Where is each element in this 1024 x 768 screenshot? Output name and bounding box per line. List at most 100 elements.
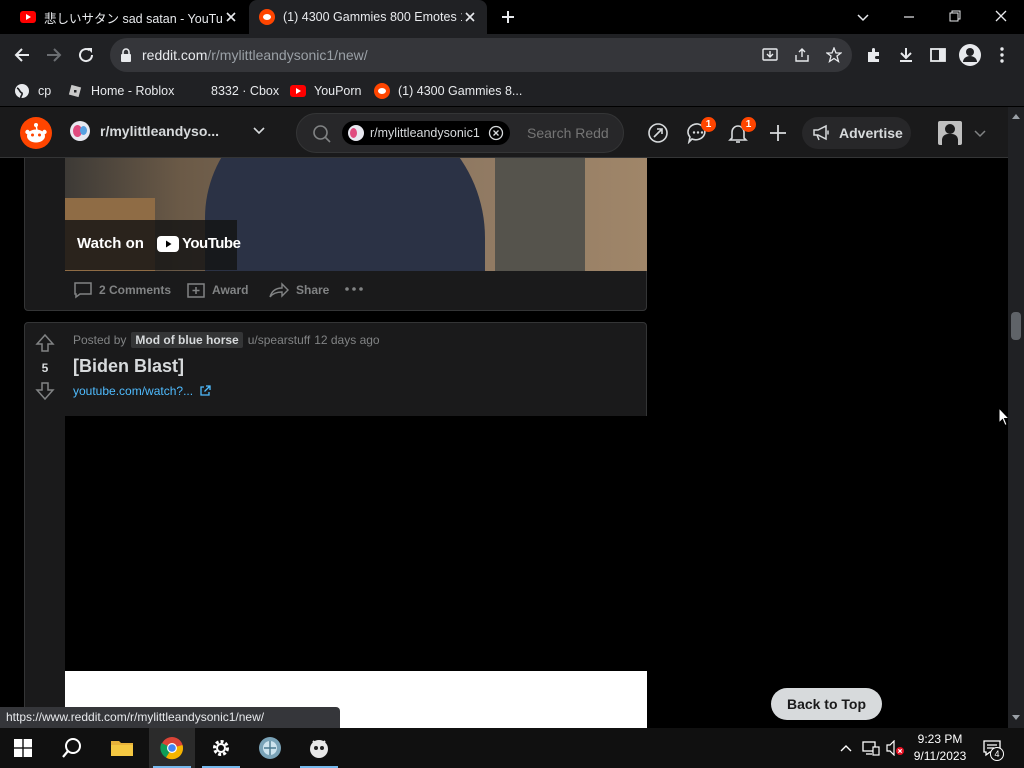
notification-badge: 1 [741, 117, 756, 132]
advertise-button[interactable]: Advertise [802, 117, 911, 149]
bookmark-cp[interactable]: cp [14, 82, 51, 100]
side-panel-icon[interactable] [929, 46, 947, 64]
back-icon[interactable] [13, 46, 31, 64]
windows-taskbar: 9:23 PM 9/11/2023 4 [0, 728, 1024, 768]
page-scrollbar[interactable] [1008, 107, 1024, 728]
bookmark-roblox[interactable]: Home - Roblox [67, 82, 174, 100]
reload-icon[interactable] [77, 46, 95, 64]
tab-reddit[interactable]: (1) 4300 Gammies 800 Emotes 1: [249, 0, 487, 34]
taskbar-app-character[interactable] [296, 728, 342, 768]
bookmark-label: 8332 · Cbox [211, 84, 280, 98]
scrollbar-thumb[interactable] [1011, 312, 1021, 340]
url-path: /r/mylittleandysonic1/new/ [207, 47, 368, 63]
red-play-icon [290, 85, 306, 97]
volume-muted-icon[interactable] [885, 740, 905, 756]
reddit-header: r/mylittleandyso... r/mylittleandysonic1… [0, 107, 1008, 158]
new-tab-icon[interactable] [500, 9, 516, 25]
community-switcher[interactable]: r/mylittleandyso... [70, 121, 266, 141]
clock-date: 9/11/2023 [913, 749, 967, 763]
clock-time: 9:23 PM [917, 732, 963, 746]
network-icon[interactable] [862, 740, 880, 756]
user-menu[interactable] [930, 117, 990, 149]
popular-icon[interactable] [647, 122, 669, 144]
clear-chip-icon[interactable] [488, 125, 504, 141]
windows-logo-icon [14, 739, 32, 757]
community-avatar-icon [348, 125, 364, 141]
tab-title: 悲しいサタン sad satan - YouTube [44, 11, 223, 26]
watch-on-youtube-button[interactable]: Watch on YouTube [65, 220, 241, 270]
clock[interactable]: 9:23 PM 9/11/2023 [908, 731, 972, 765]
tab-youtube[interactable]: 悲しいサタン sad satan - YouTube [8, 0, 248, 34]
downloads-icon[interactable] [897, 46, 915, 64]
user-avatar-icon [938, 121, 962, 145]
chat-badge: 1 [701, 117, 716, 132]
show-hidden-icons-icon[interactable] [839, 741, 853, 755]
more-options-icon[interactable] [344, 286, 364, 292]
search-community-chip[interactable]: r/mylittleandysonic1 [342, 121, 510, 145]
bookmark-label: (1) 4300 Gammies 8... [398, 84, 523, 98]
megaphone-icon [813, 124, 829, 141]
search-bar[interactable]: r/mylittleandysonic1 [296, 113, 624, 153]
chrome-icon [160, 737, 184, 760]
taskbar-file-explorer[interactable] [99, 728, 145, 768]
bookmark-cbox[interactable]: 8332 · Cbox [203, 82, 279, 100]
browser-toolbar: reddit.com/r/mylittleandysonic1/new/ [0, 34, 1024, 76]
back-to-top-button[interactable]: Back to Top [771, 688, 882, 720]
bookmark-youporn[interactable]: YouPorn [290, 82, 362, 100]
post-author[interactable]: u/spearstuff [248, 333, 310, 347]
downvote-icon[interactable] [35, 381, 55, 401]
award-button[interactable]: Award [186, 281, 248, 299]
taskbar-search-button[interactable] [49, 728, 95, 768]
extensions-icon[interactable] [865, 46, 883, 64]
bookmark-label: YouPorn [314, 84, 362, 98]
share-arrow-icon [269, 282, 289, 298]
reddit-icon [374, 83, 390, 99]
globe-app-icon [259, 737, 281, 759]
taskbar-app-globe[interactable] [247, 728, 293, 768]
folder-icon [111, 741, 133, 756]
taskbar-settings[interactable] [198, 728, 244, 768]
close-icon[interactable] [223, 9, 239, 25]
install-app-icon[interactable] [762, 47, 778, 63]
bookmark-star-icon[interactable] [826, 47, 842, 63]
post-external-link[interactable]: youtube.com/watch?... [73, 384, 211, 398]
url-text: reddit.com/r/mylittleandysonic1/new/ [142, 47, 368, 63]
share-button[interactable]: Share [268, 281, 329, 299]
upvote-icon[interactable] [35, 333, 55, 353]
external-link-icon [200, 385, 211, 396]
close-icon[interactable] [462, 9, 478, 25]
forward-icon[interactable] [45, 46, 63, 64]
scroll-up-arrow-icon[interactable] [1012, 113, 1020, 119]
share-page-icon[interactable] [794, 47, 810, 63]
posted-by-label: Posted by [73, 333, 127, 347]
minimize-icon[interactable] [902, 10, 916, 24]
video-embed[interactable] [65, 416, 647, 671]
advertise-label: Advertise [839, 125, 903, 141]
lock-icon[interactable] [120, 48, 132, 62]
window-close-icon[interactable] [994, 9, 1008, 23]
search-icon [62, 738, 81, 758]
comments-button[interactable]: 2 Comments [73, 281, 171, 299]
restore-icon[interactable] [948, 9, 962, 23]
comments-label: 2 Comments [99, 283, 172, 297]
link-status-bubble: https://www.reddit.com/r/mylittleandyson… [0, 707, 340, 728]
address-bar[interactable]: reddit.com/r/mylittleandysonic1/new/ [110, 38, 852, 72]
tab-search-icon[interactable] [856, 10, 870, 24]
bookmark-reddit[interactable]: (1) 4300 Gammies 8... [374, 82, 522, 100]
profile-avatar-icon[interactable] [959, 44, 981, 66]
taskbar-chrome[interactable] [149, 728, 195, 768]
post-age[interactable]: 12 days ago [314, 333, 379, 347]
create-post-icon[interactable] [767, 122, 789, 144]
community-name: r/mylittleandyso... [100, 123, 220, 139]
post-meta: Posted by Mod of blue horse u/spearstuff… [73, 332, 380, 348]
search-input[interactable] [527, 122, 619, 144]
scroll-down-arrow-icon[interactable] [1012, 715, 1020, 721]
menu-kebab-icon[interactable] [995, 46, 1009, 64]
share-label: Share [296, 283, 330, 297]
reddit-logo-icon[interactable] [20, 117, 52, 149]
post-title[interactable]: [Biden Blast] [73, 356, 184, 377]
start-button[interactable] [0, 728, 46, 768]
action-center-icon[interactable]: 4 [982, 739, 1004, 761]
comment-icon [74, 282, 92, 299]
watch-on-label: Watch on [77, 235, 144, 252]
